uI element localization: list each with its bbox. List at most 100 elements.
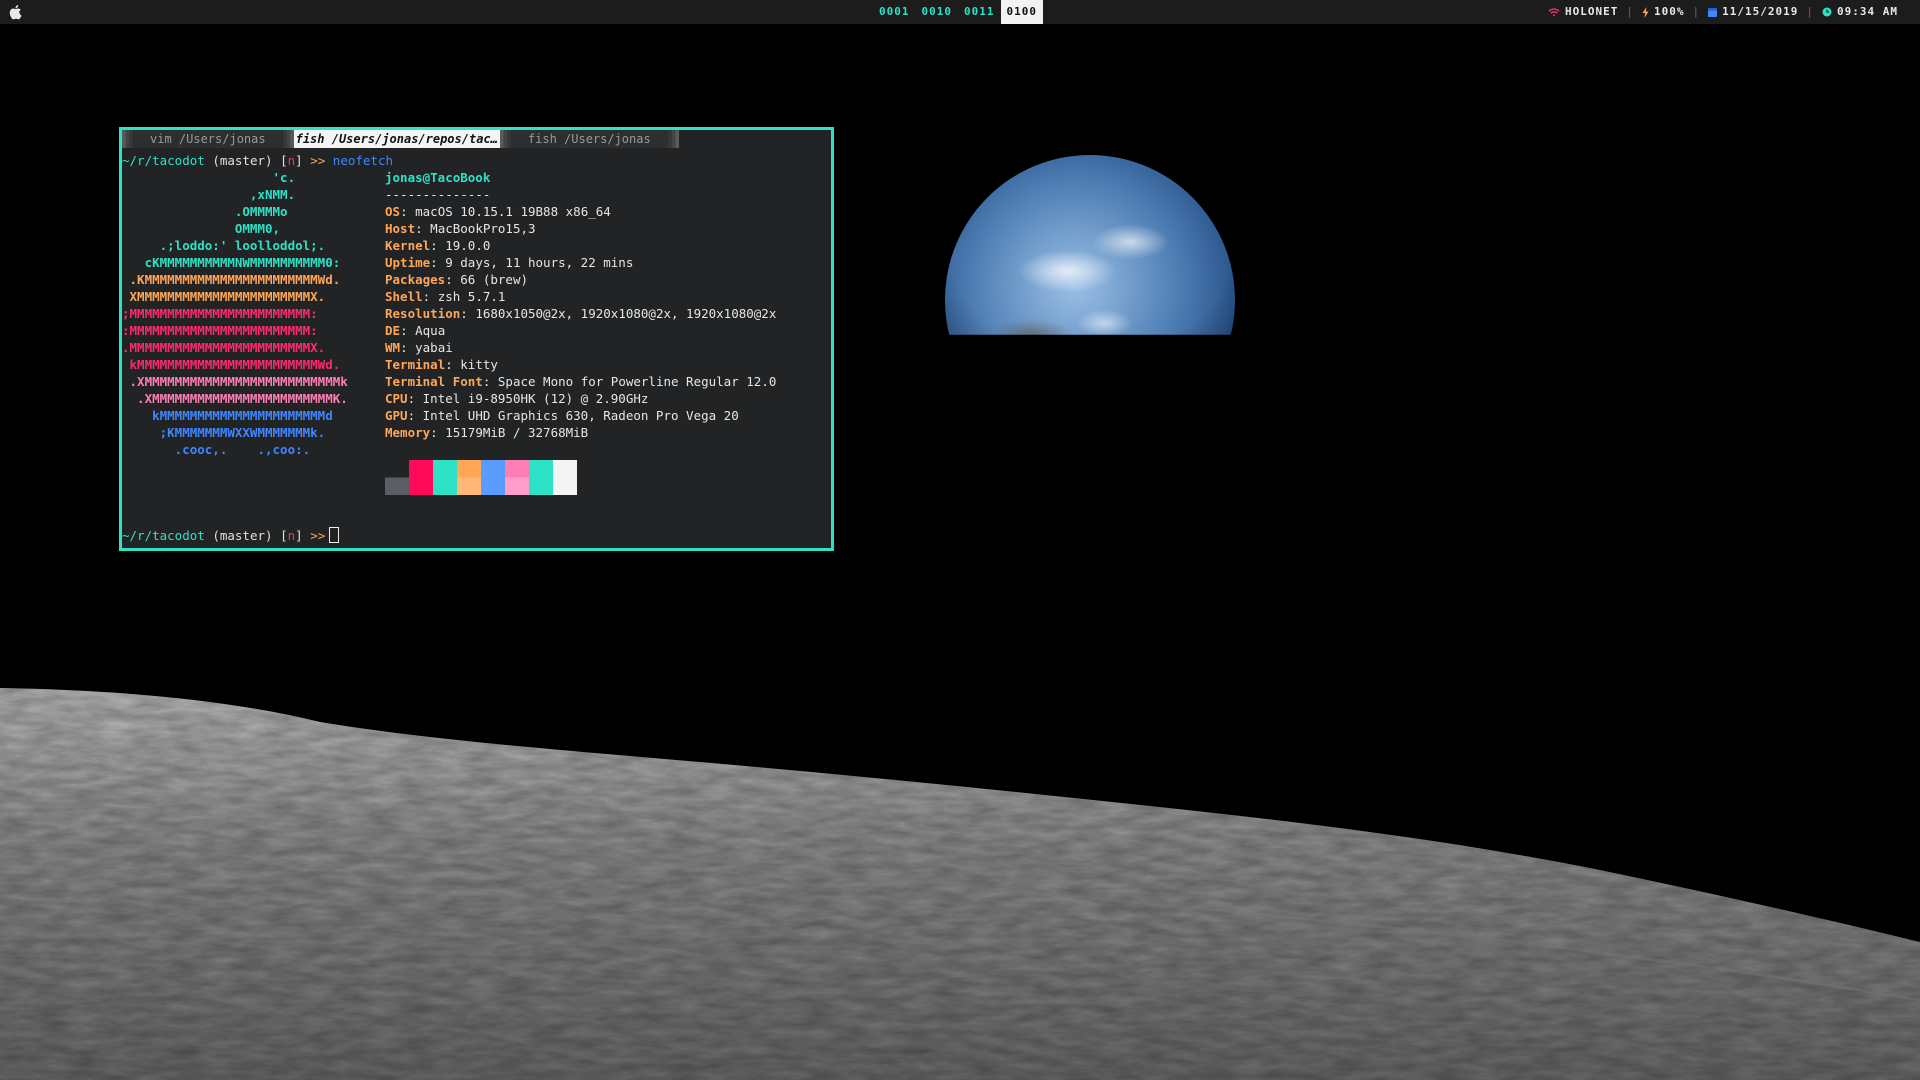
info-key: Kernel bbox=[385, 238, 431, 253]
tab-fish-home[interactable]: fish /Users/jonas bbox=[513, 130, 665, 148]
logo-line: .OMMMMo bbox=[122, 204, 288, 219]
battery-icon bbox=[1642, 6, 1649, 18]
info-colon: : bbox=[422, 289, 438, 304]
info-value: zsh 5.7.1 bbox=[437, 289, 506, 304]
info-value: MacBookPro15,3 bbox=[430, 221, 536, 236]
info-key: CPU bbox=[385, 391, 408, 406]
text-cursor bbox=[329, 527, 340, 543]
info-colon: : bbox=[445, 357, 461, 372]
info-colon: : bbox=[400, 323, 416, 338]
info-colon: : bbox=[482, 374, 498, 389]
date-status[interactable]: 11/15/2019 bbox=[1708, 0, 1798, 24]
menu-bar: 0001 0010 0011 0100 HOLONET | 100% | 11/… bbox=[0, 0, 1920, 24]
info-value: macOS 10.15.1 19B88 x86_64 bbox=[415, 204, 611, 219]
logo-line: kMMMMMMMMMMMMMMMMMMMMMMMMWd. bbox=[122, 357, 341, 372]
logo-line: 'c. bbox=[122, 170, 296, 185]
terminal-window[interactable]: vim /Users/jonas fish /Users/jonas/repos… bbox=[119, 127, 834, 551]
prompt-branch: (master) bbox=[212, 153, 273, 168]
info-key: Memory bbox=[385, 425, 431, 440]
info-colon: : bbox=[407, 408, 423, 423]
battery-status[interactable]: 100% bbox=[1642, 0, 1685, 24]
logo-line: .XMMMMMMMMMMMMMMMMMMMMMMMMMMk bbox=[122, 374, 348, 389]
separator: | bbox=[1692, 5, 1701, 18]
info-key: Packages bbox=[385, 272, 446, 287]
color-palette bbox=[385, 460, 577, 495]
logo-line: .MMMMMMMMMMMMMMMMMMMMMMMMX. bbox=[122, 340, 326, 355]
info-key: OS bbox=[385, 204, 401, 219]
prompt-path: ~/r/tacodot bbox=[122, 528, 205, 543]
info-colon: : bbox=[400, 204, 416, 219]
logo-line: XMMMMMMMMMMMMMMMMMMMMMMMX. bbox=[122, 289, 326, 304]
prompt-mode: n bbox=[287, 153, 296, 168]
clock-icon bbox=[1822, 7, 1832, 17]
prompt-path: ~/r/tacodot bbox=[122, 153, 205, 168]
palette-swatch bbox=[529, 460, 553, 495]
info-value: 15179MiB / 32768MiB bbox=[445, 425, 589, 440]
info-value: 9 days, 11 hours, 22 mins bbox=[445, 255, 634, 270]
space-1[interactable]: 0001 bbox=[873, 0, 916, 24]
info-value: Aqua bbox=[415, 323, 446, 338]
info-colon: : bbox=[430, 238, 446, 253]
info-row: Uptime: 9 days, 11 hours, 22 mins bbox=[385, 254, 633, 271]
logo-line: .XMMMMMMMMMMMMMMMMMMMMMMMMK. bbox=[122, 391, 348, 406]
info-colon: : bbox=[445, 272, 461, 287]
network-name: HOLONET bbox=[1565, 5, 1619, 18]
palette-swatch bbox=[433, 460, 457, 495]
info-row: Terminal Font: Space Mono for Powerline … bbox=[385, 373, 776, 390]
time-text: 09:34 AM bbox=[1837, 5, 1898, 18]
info-row: OS: macOS 10.15.1 19B88 x86_64 bbox=[385, 203, 611, 220]
info-row: GPU: Intel UHD Graphics 630, Radeon Pro … bbox=[385, 407, 739, 424]
info-underline: -------------- bbox=[385, 186, 490, 203]
separator: | bbox=[1626, 5, 1635, 18]
prompt-mode-close: ] bbox=[295, 528, 303, 543]
prompt-branch: (master) bbox=[212, 528, 273, 543]
info-colon: : bbox=[460, 306, 476, 321]
earth-shadow bbox=[945, 155, 1235, 335]
tab-separator bbox=[499, 130, 514, 148]
info-value: 19.0.0 bbox=[445, 238, 491, 253]
network-status[interactable]: HOLONET bbox=[1548, 0, 1618, 24]
tab-separator bbox=[279, 130, 294, 148]
info-row: DE: Aqua bbox=[385, 322, 445, 339]
calendar-icon bbox=[1708, 8, 1718, 17]
tab-bar: vim /Users/jonas fish /Users/jonas/repos… bbox=[122, 130, 679, 148]
tab-fish-repos-active[interactable]: fish /Users/jonas/repos/tac… bbox=[293, 130, 500, 148]
apple-icon[interactable] bbox=[8, 4, 22, 20]
info-key: Shell bbox=[385, 289, 423, 304]
space-2[interactable]: 0010 bbox=[916, 0, 959, 24]
space-3[interactable]: 0011 bbox=[958, 0, 1001, 24]
info-key: Host bbox=[385, 221, 416, 236]
prompt-mode: n bbox=[287, 528, 296, 543]
palette-swatch bbox=[553, 460, 577, 495]
palette-swatch bbox=[505, 460, 529, 495]
palette-swatch bbox=[481, 460, 505, 495]
info-key: Uptime bbox=[385, 255, 431, 270]
info-row: Kernel: 19.0.0 bbox=[385, 237, 490, 254]
info-value: Intel UHD Graphics 630, Radeon Pro Vega … bbox=[422, 408, 739, 423]
info-key: Terminal Font bbox=[385, 374, 483, 389]
info-row: Resolution: 1680x1050@2x, 1920x1080@2x, … bbox=[385, 305, 776, 322]
info-colon: : bbox=[407, 391, 423, 406]
info-colon: : bbox=[400, 340, 416, 355]
status-area: HOLONET | 100% | 11/15/2019 | 09:34 AM bbox=[1548, 0, 1898, 24]
prompt-line-active[interactable]: ~/r/tacodot (master) [n] >> bbox=[122, 527, 340, 544]
info-key: Terminal bbox=[385, 357, 446, 372]
info-row: Host: MacBookPro15,3 bbox=[385, 220, 536, 237]
separator: | bbox=[1806, 5, 1815, 18]
info-key: GPU bbox=[385, 408, 408, 423]
info-key: WM bbox=[385, 340, 401, 355]
prompt-command: neofetch bbox=[332, 153, 394, 168]
prompt-mode-close: ] bbox=[295, 153, 303, 168]
logo-line: ;MMMMMMMMMMMMMMMMMMMMMMMM: bbox=[122, 306, 318, 321]
user-host: jonas@TacoBook bbox=[385, 169, 490, 186]
tab-vim[interactable]: vim /Users/jonas bbox=[136, 130, 280, 148]
time-status[interactable]: 09:34 AM bbox=[1822, 0, 1898, 24]
user-host-text: jonas@TacoBook bbox=[385, 170, 491, 185]
logo-line: kMMMMMMMMMMMMMMMMMMMMMMd bbox=[122, 408, 333, 423]
prompt-mode-open: [ bbox=[280, 153, 288, 168]
space-4-active[interactable]: 0100 bbox=[1000, 0, 1043, 24]
palette-swatch bbox=[409, 460, 433, 495]
logo-line: .KMMMMMMMMMMMMMMMMMMMMMMMWd. bbox=[122, 272, 341, 287]
logo-line: ;KMMMMMMMWXXWMMMMMMMk. bbox=[122, 425, 326, 440]
logo-line: ,xNMM. bbox=[122, 187, 296, 202]
